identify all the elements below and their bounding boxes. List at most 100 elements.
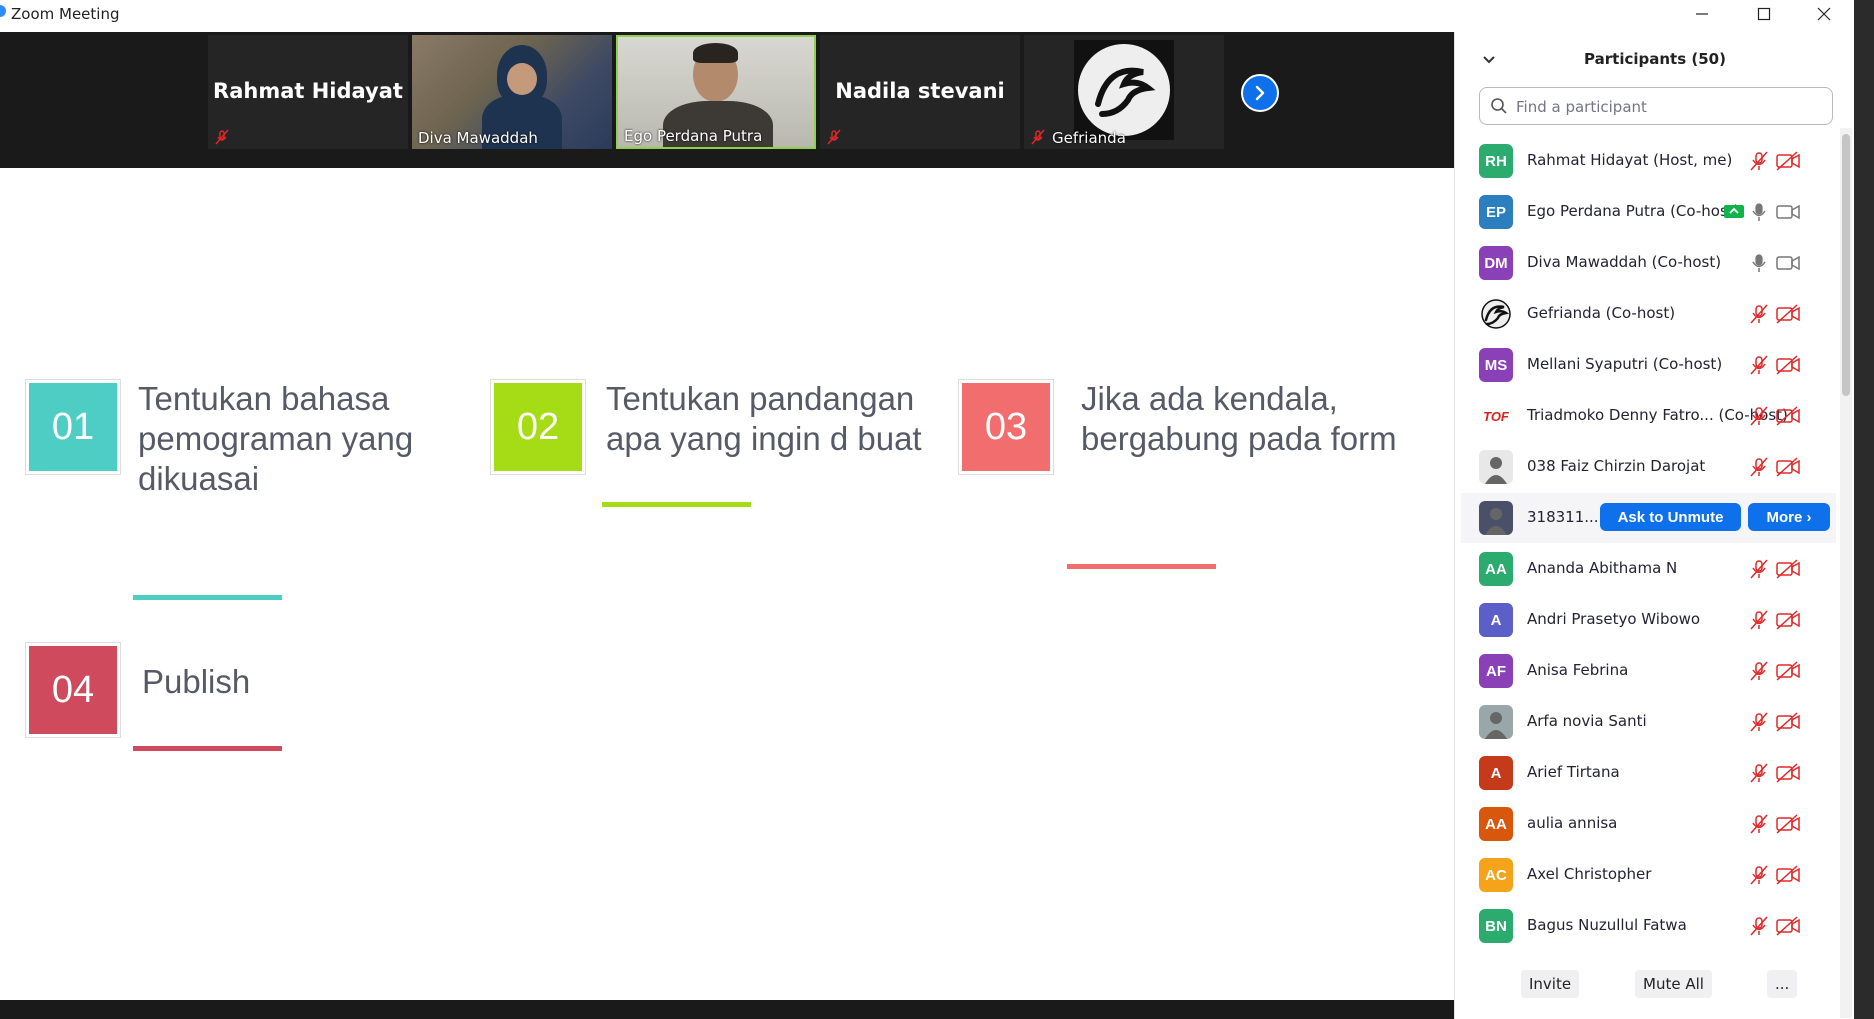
mic-muted-icon[interactable] [1748,405,1770,427]
video-strip: Rahmat Hidayat Diva Mawaddah Ego Perdana… [0,32,1454,168]
mic-icon[interactable] [1748,252,1770,274]
video-icon[interactable] [1775,252,1801,274]
participant-name: Gefrianda (Co-host) [1527,304,1676,322]
profile-photo-icon [1485,508,1507,535]
mute-all-button[interactable]: Mute All [1635,970,1712,998]
search-box[interactable] [1479,87,1833,125]
participant-name: Ananda Abithama N [1527,559,1678,577]
video-tile-diva[interactable]: Diva Mawaddah [412,35,612,149]
video-off-icon[interactable] [1775,813,1801,835]
video-off-icon[interactable] [1775,762,1801,784]
participant-row[interactable]: Arfa novia Santi [1461,697,1836,747]
avatar: AC [1479,858,1513,892]
ask-to-unmute-button[interactable]: Ask to Unmute [1600,503,1741,531]
scroll-thumb[interactable] [1842,134,1850,396]
mic-muted-icon[interactable] [1748,864,1770,886]
panel-footer: Invite Mute All ... [1455,966,1855,1016]
avatar: A [1479,603,1513,637]
participant-name: Diva Mawaddah (Co-host) [1527,253,1722,271]
step-underline [602,502,751,507]
minimize-icon [1696,13,1708,15]
tile-name: Rahmat Hidayat [213,79,403,103]
video-off-icon[interactable] [1775,354,1801,376]
participant-row[interactable]: 318311... Ask to Unmute More › [1461,493,1836,543]
avatar: A [1479,756,1513,790]
panel-title: Participants (50) [1584,50,1726,68]
participant-row[interactable]: MS Mellani Syaputri (Co-host) [1461,340,1836,390]
mic-muted-icon[interactable] [1748,456,1770,478]
step-text: Jika ada kendala, bergabung pada form [1081,380,1397,457]
mic-muted-icon[interactable] [1748,558,1770,580]
participant-name: aulia annisa [1527,814,1618,832]
mic-muted-icon[interactable] [1748,915,1770,937]
tile-name: Diva Mawaddah [418,129,538,147]
step-number: 01 [29,383,117,471]
desktop-edge [1854,0,1874,1019]
panel-header: Participants (50) [1455,47,1855,75]
participant-row[interactable]: EP Ego Perdana Putra (Co-host) [1461,187,1836,237]
video-off-icon[interactable] [1775,150,1801,172]
participant-row[interactable]: AA aulia annisa [1461,799,1836,849]
participant-name: Ego Perdana Putra (Co-host) [1527,202,1740,220]
video-off-icon[interactable] [1775,405,1801,427]
window-title: Zoom Meeting [11,5,120,23]
participant-row[interactable]: AC Axel Christopher [1461,850,1836,900]
next-page-button[interactable] [1241,74,1279,112]
more-button[interactable]: More › [1748,503,1830,531]
mic-muted-icon[interactable] [1748,303,1770,325]
participant-row[interactable]: Gefrianda (Co-host) [1461,289,1836,339]
participant-row[interactable]: A Arief Tirtana [1461,748,1836,798]
more-options-button[interactable]: ... [1767,970,1798,998]
participant-row[interactable]: AF Anisa Febrina [1461,646,1836,696]
tile-name: Ego Perdana Putra [624,127,763,145]
participant-row[interactable]: 038 Faiz Chirzin Darojat [1461,442,1836,492]
video-off-icon[interactable] [1775,303,1801,325]
participant-name: 318311... [1527,508,1599,526]
step-number: 03 [962,383,1050,471]
video-off-icon[interactable] [1775,558,1801,580]
invite-button[interactable]: Invite [1521,970,1580,998]
video-off-icon[interactable] [1775,456,1801,478]
maximize-button[interactable] [1734,0,1794,28]
participant-row[interactable]: A Andri Prasetyo Wibowo [1461,595,1836,645]
video-tile-ego[interactable]: Ego Perdana Putra [616,35,816,149]
avatar [1479,705,1513,739]
participant-name: Axel Christopher [1527,865,1652,883]
mic-muted-icon[interactable] [1748,660,1770,682]
participants-scrollbar[interactable] [1840,128,1852,1018]
participant-name: 038 Faiz Chirzin Darojat [1527,457,1706,475]
mic-muted-icon[interactable] [1748,354,1770,376]
mic-muted-icon[interactable] [1748,609,1770,631]
search-icon [1491,98,1507,114]
close-button[interactable] [1794,0,1854,28]
participant-row[interactable]: DM Diva Mawaddah (Co-host) [1461,238,1836,288]
video-off-icon[interactable] [1775,864,1801,886]
participant-row[interactable]: TOF Triadmoko Denny Fatro... (Co-host) [1461,391,1836,441]
video-off-icon[interactable] [1775,915,1801,937]
participant-row[interactable]: BN Bagus Nuzullul Fatwa [1461,901,1836,951]
video-tile-gefrianda[interactable]: Gefrianda [1024,35,1224,149]
dragon-logo-icon [1095,67,1156,117]
chevron-right-icon [1255,85,1265,101]
video-off-icon[interactable] [1775,711,1801,733]
minimize-button[interactable] [1672,0,1732,28]
step-text: Tentukan bahasa pemograman yang dikuasai [138,380,414,497]
avatar: MS [1479,348,1513,382]
mic-muted-icon[interactable] [1748,150,1770,172]
video-tile-nadila[interactable]: Nadila stevani [820,35,1020,149]
video-tile-rahmat[interactable]: Rahmat Hidayat [208,35,408,149]
mic-muted-icon[interactable] [1748,762,1770,784]
participant-row[interactable]: RH Rahmat Hidayat (Host, me) [1461,136,1836,186]
avatar: BN [1479,909,1513,943]
participant-name: Mellani Syaputri (Co-host) [1527,355,1723,373]
video-icon[interactable] [1775,201,1801,223]
mic-muted-icon[interactable] [1748,813,1770,835]
video-off-icon[interactable] [1775,660,1801,682]
step-number-box: 02 [490,379,586,475]
mic-muted-icon [215,129,229,145]
video-off-icon[interactable] [1775,609,1801,631]
search-input[interactable] [1514,94,1818,120]
participant-row[interactable]: AA Ananda Abithama N [1461,544,1836,594]
mic-icon[interactable] [1748,201,1770,223]
mic-muted-icon[interactable] [1748,711,1770,733]
